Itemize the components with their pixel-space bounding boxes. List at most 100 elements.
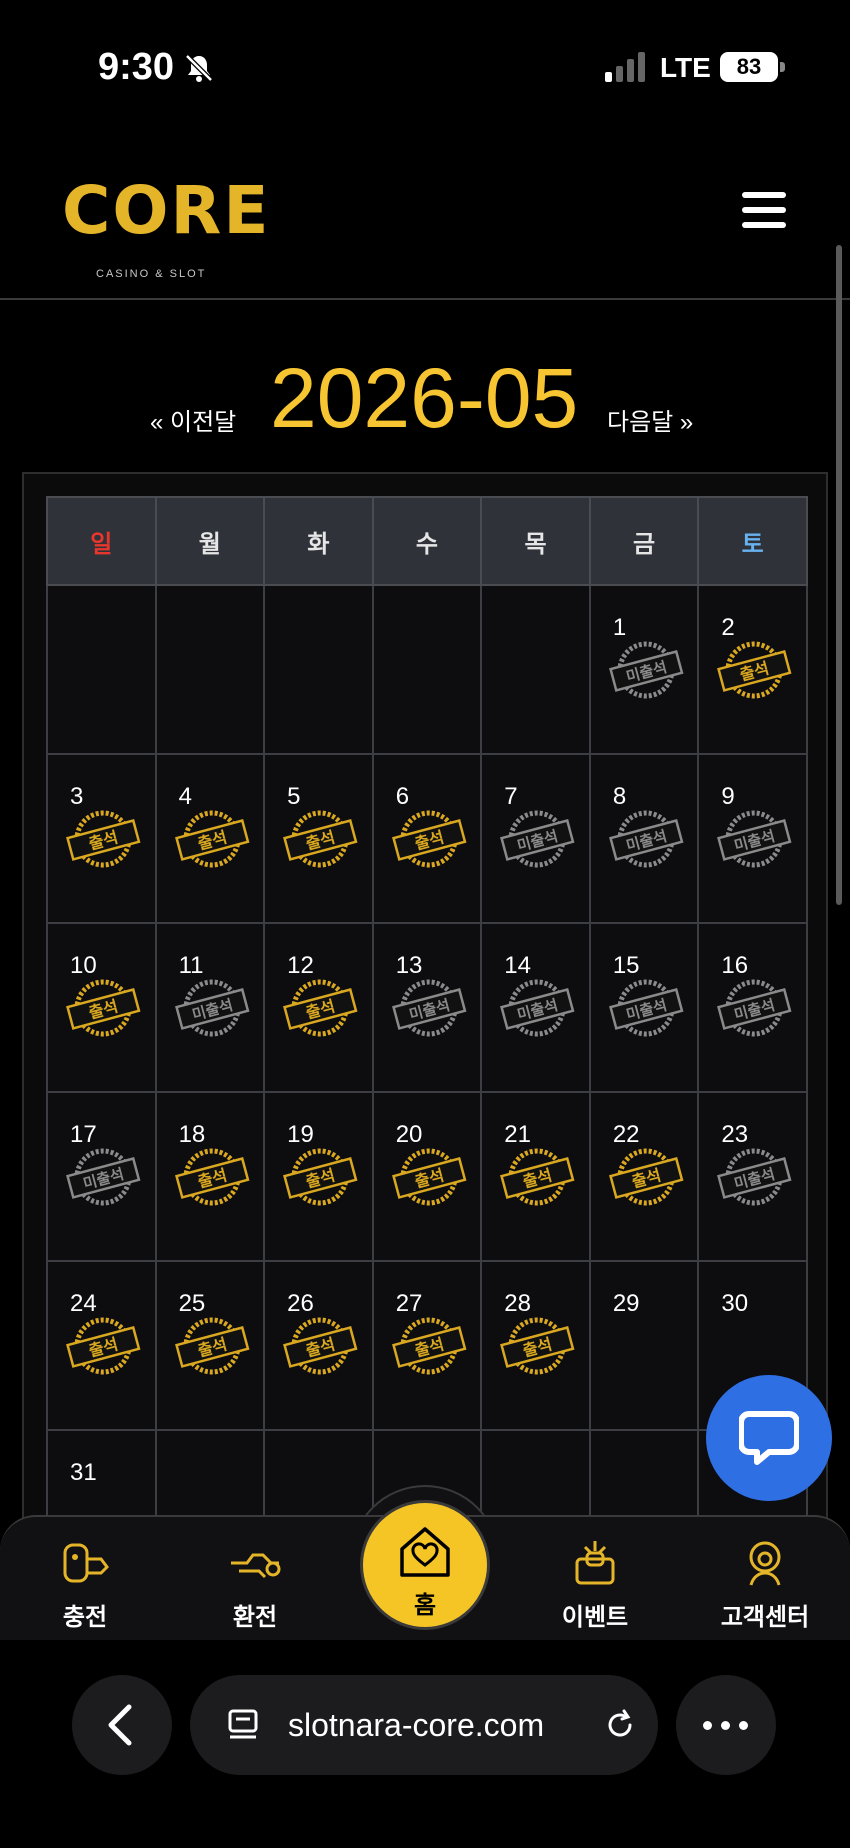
calendar-day-cell[interactable]: 18 출석 bbox=[154, 1091, 266, 1262]
calendar-day-cell[interactable]: 28 출석 bbox=[480, 1260, 591, 1431]
calendar-day-cell[interactable]: 1 미출석 bbox=[588, 584, 700, 755]
signal-icon bbox=[605, 52, 645, 82]
live-chat-button[interactable] bbox=[706, 1375, 832, 1501]
weekday-header-row: 일월화수목금토 bbox=[46, 496, 808, 586]
calendar-day-cell[interactable]: 25 출석 bbox=[154, 1260, 266, 1431]
calendar-day-cell[interactable]: 8 미출석 bbox=[588, 753, 700, 924]
page-icon bbox=[228, 1709, 258, 1739]
calendar-day-cell bbox=[46, 584, 157, 755]
nav-label-withdraw: 환전 bbox=[232, 1604, 278, 1631]
calendar-day-cell[interactable]: 16 미출석 bbox=[697, 922, 808, 1093]
calendar-day-cell[interactable]: 9 미출석 bbox=[697, 753, 808, 924]
nav-event[interactable]: 이벤트 bbox=[530, 1535, 660, 1632]
calendar-week-row: 10 출석 11 미출석 12 출석 13 미출석 14 미출석 15 미출석 16 미출석 bbox=[46, 922, 808, 1093]
calendar-day-cell bbox=[371, 584, 483, 755]
nav-label-event: 이벤트 bbox=[561, 1604, 629, 1631]
attended-stamp-icon: 출석 bbox=[283, 810, 358, 868]
more-dot bbox=[739, 1721, 748, 1730]
site-logo[interactable]: CORE CASINO & SLOT bbox=[62, 172, 271, 281]
current-month: 2026-05 bbox=[270, 351, 579, 445]
next-month-link[interactable]: 다음달 » bbox=[607, 402, 693, 437]
nav-support[interactable]: 고객센터 bbox=[700, 1535, 830, 1632]
calendar-day-cell[interactable]: 5 출석 bbox=[263, 753, 374, 924]
day-number: 29 bbox=[612, 1290, 640, 1317]
weekday-header: 화 bbox=[263, 496, 374, 586]
calendar-day-cell[interactable]: 27 출석 bbox=[371, 1260, 483, 1431]
weekday-header: 일 bbox=[46, 496, 157, 586]
calendar-day-cell[interactable]: 29 bbox=[588, 1260, 700, 1431]
calendar-day-cell[interactable]: 10 출석 bbox=[46, 922, 157, 1093]
calendar-day-cell[interactable]: 7 미출석 bbox=[480, 753, 591, 924]
browser-back-button[interactable] bbox=[72, 1675, 172, 1775]
nav-label-deposit: 충전 bbox=[62, 1604, 108, 1631]
calendar-day-cell[interactable]: 2 출석 bbox=[697, 584, 808, 755]
absent-stamp-icon: 미출석 bbox=[174, 979, 250, 1037]
absent-stamp-icon: 미출석 bbox=[66, 1148, 141, 1206]
absent-stamp-icon: 미출석 bbox=[717, 1148, 792, 1206]
home-icon bbox=[400, 1527, 450, 1577]
attended-stamp-icon: 출석 bbox=[500, 1317, 575, 1375]
calendar-day-cell[interactable]: 19 출석 bbox=[263, 1091, 374, 1262]
calendar-day-cell[interactable]: 11 미출석 bbox=[154, 922, 266, 1093]
calendar-day-cell[interactable]: 22 출석 bbox=[588, 1091, 700, 1262]
nav-home[interactable]: 홈 bbox=[360, 1500, 490, 1630]
weekday-header: 토 bbox=[697, 496, 808, 586]
nav-withdraw[interactable]: 환전 bbox=[190, 1535, 320, 1632]
reload-icon[interactable] bbox=[600, 1705, 640, 1745]
attended-stamp-icon: 출석 bbox=[717, 641, 792, 699]
calendar-week-row: 24 출석 25 출석 26 출석 27 출석 28 출석 29 30 bbox=[46, 1260, 808, 1431]
attended-stamp-icon: 출석 bbox=[66, 1317, 141, 1375]
attended-stamp-icon: 출석 bbox=[391, 1317, 467, 1375]
weekday-header: 금 bbox=[588, 496, 700, 586]
network-type: LTE bbox=[660, 52, 711, 83]
absent-stamp-icon: 미출석 bbox=[717, 979, 792, 1037]
calendar-day-cell[interactable]: 14 미출석 bbox=[480, 922, 591, 1093]
month-navigation: « 이전달 2026-05 다음달 » bbox=[0, 340, 850, 450]
attended-stamp-icon: 출석 bbox=[66, 979, 141, 1037]
calendar-day-cell[interactable]: 4 출석 bbox=[154, 753, 266, 924]
calendar-day-cell[interactable]: 12 출석 bbox=[263, 922, 374, 1093]
status-bar: 9:30 LTE 83 bbox=[0, 0, 850, 140]
calendar-day-cell[interactable]: 17 미출석 bbox=[46, 1091, 157, 1262]
attended-stamp-icon: 출석 bbox=[283, 1148, 358, 1206]
battery-indicator: 83 bbox=[720, 52, 778, 82]
calendar-day-cell[interactable]: 6 출석 bbox=[371, 753, 483, 924]
url-text: slotnara-core.com bbox=[288, 1707, 545, 1743]
hamburger-icon[interactable] bbox=[742, 192, 788, 230]
gift-icon bbox=[575, 1541, 615, 1585]
attended-stamp-icon: 출석 bbox=[66, 810, 141, 868]
calendar-day-cell[interactable]: 23 미출석 bbox=[697, 1091, 808, 1262]
calendar-day-cell[interactable]: 13 미출석 bbox=[371, 922, 483, 1093]
absent-stamp-icon: 미출석 bbox=[608, 810, 684, 868]
calendar-day-cell[interactable]: 26 출석 bbox=[263, 1260, 374, 1431]
calendar-day-cell[interactable]: 15 미출석 bbox=[588, 922, 700, 1093]
chat-bubble-icon bbox=[739, 1411, 799, 1465]
attended-stamp-icon: 출석 bbox=[283, 1317, 358, 1375]
absent-stamp-icon: 미출석 bbox=[717, 810, 792, 868]
absent-stamp-icon: 미출석 bbox=[608, 979, 684, 1037]
support-icon bbox=[749, 1541, 781, 1586]
chevron-left-icon bbox=[108, 1704, 132, 1746]
weekday-header: 수 bbox=[371, 496, 483, 586]
calendar-week-row: 1 미출석 2 출석 bbox=[46, 584, 808, 755]
withdraw-icon bbox=[231, 1553, 281, 1579]
calendar-day-cell[interactable]: 20 출석 bbox=[371, 1091, 483, 1262]
address-bar[interactable]: slotnara-core.com bbox=[190, 1675, 658, 1775]
nav-label-home: 홈 bbox=[413, 1592, 437, 1619]
absent-stamp-icon: 미출석 bbox=[500, 979, 575, 1037]
prev-month-link[interactable]: « 이전달 bbox=[150, 402, 236, 437]
calendar-day-cell[interactable]: 3 출석 bbox=[46, 753, 157, 924]
browser-more-button[interactable] bbox=[676, 1675, 776, 1775]
attended-stamp-icon: 출석 bbox=[174, 810, 250, 868]
battery-cap bbox=[780, 62, 785, 72]
logo-subtitle: CASINO & SLOT bbox=[96, 268, 207, 280]
attended-stamp-icon: 출석 bbox=[391, 810, 467, 868]
logo-text: CORE bbox=[62, 172, 271, 249]
absent-stamp-icon: 미출석 bbox=[391, 979, 467, 1037]
calendar-day-cell[interactable]: 21 출석 bbox=[480, 1091, 591, 1262]
deposit-icon bbox=[63, 1543, 109, 1583]
calendar-day-cell[interactable]: 24 출석 bbox=[46, 1260, 157, 1431]
nav-deposit[interactable]: 충전 bbox=[20, 1535, 150, 1632]
bell-muted-icon bbox=[185, 54, 213, 82]
attendance-calendar: 일월화수목금토 1 미출석 2 출석 3 출석 4 출석 5 출석 6 출석 7 미출석 8 미출석 9 미출석 1… bbox=[22, 472, 828, 1600]
